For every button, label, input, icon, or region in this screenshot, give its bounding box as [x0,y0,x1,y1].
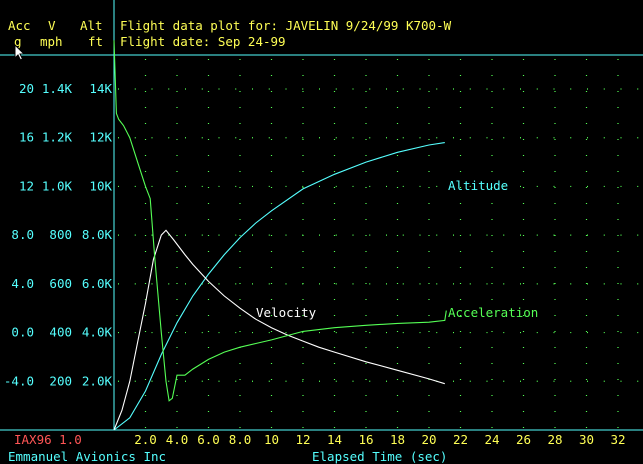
x-tick-label: 30 [579,432,594,447]
y-tick-label-vel: 400 [49,325,72,340]
series-label-velocity: Velocity [256,305,317,320]
y-tick-label-alt: 8.0K [82,227,113,242]
series-label-acceleration: Acceleration [448,305,538,320]
x-tick-label: 32 [610,432,625,447]
x-tick-label: 16 [358,432,373,447]
x-tick-label: 2.0 [134,432,157,447]
y-tick-label-acc: 0.0 [11,325,34,340]
y-tick-label-acc: 16 [19,130,34,145]
y-tick-label-vel: 1.4K [42,81,73,96]
y-tick-label-vel: 1.0K [42,178,73,193]
x-tick-label: 18 [390,432,405,447]
plot-screen: Acc V Alt g mph ft Flight data plot for:… [0,0,643,464]
y-tick-label-vel: 200 [49,373,72,388]
y-tick-label-acc: 12 [19,178,34,193]
x-tick-label: 28 [547,432,562,447]
y-tick-label-alt: 2.0K [82,373,113,388]
mouse-cursor-icon [14,44,26,61]
x-tick-label: 14 [327,432,342,447]
series-line-acceleration [113,40,447,402]
y-tick-label-alt: 14K [89,81,112,96]
x-tick-label: 12 [295,432,310,447]
flight-chart: 20 16 12 8.0 4.0 0.0 -4.0 1.4K 1.2K 1.0K 800 600 400… [0,0,643,447]
x-tick-label: 24 [484,432,499,447]
x-tick-label: 10 [264,432,279,447]
y-tick-label-acc: 20 [19,81,34,96]
y-tick-label-alt: 4.0K [82,325,113,340]
x-tick-label: 22 [453,432,468,447]
y-tick-label-acc: -4.0 [4,373,34,388]
x-tick-label: 8.0 [229,432,252,447]
y-tick-label-alt: 6.0K [82,276,113,291]
y-tick-label-alt: 10K [89,178,112,193]
x-tick-label: 20 [421,432,436,447]
series-label-altitude: Altitude [448,178,508,193]
y-tick-label-vel: 800 [49,227,72,242]
series-line-velocity [113,229,445,431]
series-line-altitude [113,142,445,431]
x-tick-label: 26 [516,432,531,447]
y-tick-label-alt: 12K [89,130,112,145]
x-tick-label: 4.0 [166,432,189,447]
y-tick-label-acc: 4.0 [11,276,34,291]
x-tick-label: 6.0 [197,432,220,447]
y-tick-label-vel: 1.2K [42,130,73,145]
y-tick-label-acc: 8.0 [11,227,34,242]
y-tick-label-vel: 600 [49,276,72,291]
